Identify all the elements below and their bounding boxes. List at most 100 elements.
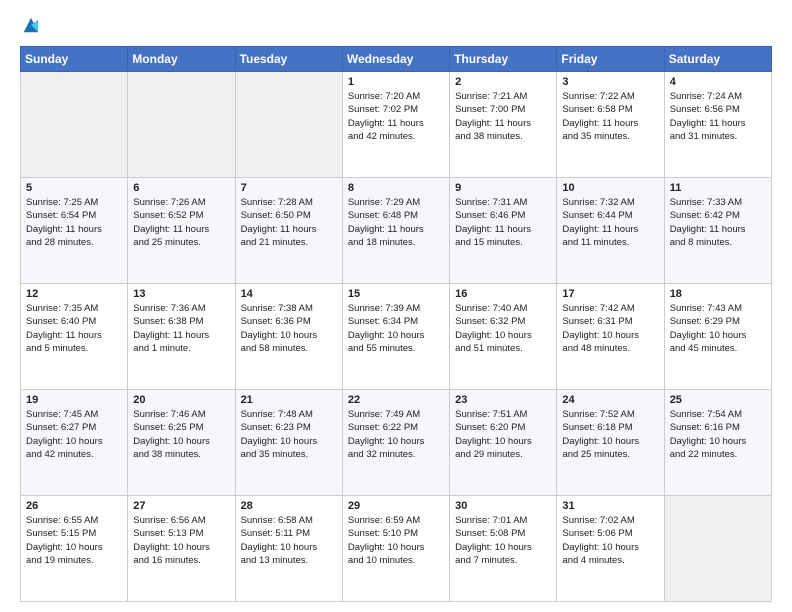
day-number: 11 [670,182,766,194]
day-info: Sunrise: 7:02 AM Sunset: 5:06 PM Dayligh… [562,514,658,567]
week-row-4: 19Sunrise: 7:45 AM Sunset: 6:27 PM Dayli… [21,390,772,496]
logo [20,16,40,36]
day-number: 18 [670,288,766,300]
dow-header-wednesday: Wednesday [342,47,449,72]
day-number: 14 [241,288,337,300]
day-info: Sunrise: 6:59 AM Sunset: 5:10 PM Dayligh… [348,514,444,567]
day-cell: 4Sunrise: 7:24 AM Sunset: 6:56 PM Daylig… [664,72,771,178]
day-cell: 16 Sunrise: 7:40 AM Sunset: 6:32 PM Dayli… [450,284,557,390]
day-info: Sunrise: 7:01 AM Sunset: 5:08 PM Dayligh… [455,514,551,567]
day-info: Sunrise: 7:33 AM Sunset: 6:42 PM Dayligh… [670,196,766,249]
day-info: Sunrise: 7:42 AM Sunset: 6:31 PM Dayligh… [562,302,658,355]
day-info: Sunrise: 7:26 AM Sunset: 6:52 PM Dayligh… [133,196,229,249]
day-cell: 30 Sunrise: 7:01 AM Sunset: 5:08 PM Dayli… [450,496,557,602]
day-cell [21,72,128,178]
logo-icon [22,16,40,34]
dow-header-saturday: Saturday [664,47,771,72]
day-cell: 15 Sunrise: 7:39 AM Sunset: 6:34 PM Dayli… [342,284,449,390]
day-number: 29 [348,500,444,512]
week-row-1: 1 Sunrise: 7:20 AM Sunset: 7:02 PM Daylig… [21,72,772,178]
day-cell: 28 Sunrise: 6:58 AM Sunset: 5:11 PM Dayli… [235,496,342,602]
day-cell: 19Sunrise: 7:45 AM Sunset: 6:27 PM Dayli… [21,390,128,496]
day-cell: 2 Sunrise: 7:21 AM Sunset: 7:00 PM Daylig… [450,72,557,178]
day-number: 25 [670,394,766,406]
day-info: Sunrise: 7:22 AM Sunset: 6:58 PM Dayligh… [562,90,658,143]
day-info: Sunrise: 7:49 AM Sunset: 6:22 PM Dayligh… [348,408,444,461]
day-info: Sunrise: 7:28 AM Sunset: 6:50 PM Dayligh… [241,196,337,249]
day-info: Sunrise: 7:43 AM Sunset: 6:29 PM Dayligh… [670,302,766,355]
day-cell: 22 Sunrise: 7:49 AM Sunset: 6:22 PM Dayli… [342,390,449,496]
day-cell: 24 Sunrise: 7:52 AM Sunset: 6:18 PM Dayli… [557,390,664,496]
day-number: 23 [455,394,551,406]
day-number: 31 [562,500,658,512]
day-info: Sunrise: 7:38 AM Sunset: 6:36 PM Dayligh… [241,302,337,355]
day-info: Sunrise: 7:46 AM Sunset: 6:25 PM Dayligh… [133,408,229,461]
day-number: 13 [133,288,229,300]
day-number: 8 [348,182,444,194]
day-info: Sunrise: 6:55 AM Sunset: 5:15 PM Dayligh… [26,514,122,567]
day-number: 19 [26,394,122,406]
day-cell: 3Sunrise: 7:22 AM Sunset: 6:58 PM Daylig… [557,72,664,178]
day-number: 15 [348,288,444,300]
day-number: 20 [133,394,229,406]
day-number: 21 [241,394,337,406]
day-cell: 31 Sunrise: 7:02 AM Sunset: 5:06 PM Dayli… [557,496,664,602]
day-info: Sunrise: 7:39 AM Sunset: 6:34 PM Dayligh… [348,302,444,355]
day-info: Sunrise: 7:31 AM Sunset: 6:46 PM Dayligh… [455,196,551,249]
day-cell [235,72,342,178]
day-number: 1 [348,76,444,88]
day-info: Sunrise: 7:20 AM Sunset: 7:02 PM Dayligh… [348,90,444,143]
day-number: 5 [26,182,122,194]
day-number: 16 [455,288,551,300]
day-cell: 21Sunrise: 7:48 AM Sunset: 6:23 PM Dayli… [235,390,342,496]
day-cell: 26 Sunrise: 6:55 AM Sunset: 5:15 PM Dayli… [21,496,128,602]
day-number: 26 [26,500,122,512]
day-cell: 1 Sunrise: 7:20 AM Sunset: 7:02 PM Daylig… [342,72,449,178]
dow-header-friday: Friday [557,47,664,72]
day-number: 10 [562,182,658,194]
day-cell: 10 Sunrise: 7:32 AM Sunset: 6:44 PM Dayli… [557,178,664,284]
day-number: 12 [26,288,122,300]
day-number: 22 [348,394,444,406]
day-number: 6 [133,182,229,194]
day-info: Sunrise: 7:32 AM Sunset: 6:44 PM Dayligh… [562,196,658,249]
day-info: Sunrise: 6:58 AM Sunset: 5:11 PM Dayligh… [241,514,337,567]
day-cell: 27 Sunrise: 6:56 AM Sunset: 5:13 PM Dayli… [128,496,235,602]
day-info: Sunrise: 7:52 AM Sunset: 6:18 PM Dayligh… [562,408,658,461]
day-cell: 20 Sunrise: 7:46 AM Sunset: 6:25 PM Dayli… [128,390,235,496]
header [20,16,772,36]
day-number: 9 [455,182,551,194]
day-cell: 23 Sunrise: 7:51 AM Sunset: 6:20 PM Dayli… [450,390,557,496]
day-info: Sunrise: 7:24 AM Sunset: 6:56 PM Dayligh… [670,90,766,143]
dow-header-monday: Monday [128,47,235,72]
day-number: 24 [562,394,658,406]
day-info: Sunrise: 7:40 AM Sunset: 6:32 PM Dayligh… [455,302,551,355]
day-cell: 5 Sunrise: 7:25 AM Sunset: 6:54 PM Daylig… [21,178,128,284]
day-number: 28 [241,500,337,512]
day-cell: 29 Sunrise: 6:59 AM Sunset: 5:10 PM Dayli… [342,496,449,602]
day-number: 30 [455,500,551,512]
day-info: Sunrise: 7:21 AM Sunset: 7:00 PM Dayligh… [455,90,551,143]
day-cell [128,72,235,178]
day-number: 17 [562,288,658,300]
day-info: Sunrise: 7:51 AM Sunset: 6:20 PM Dayligh… [455,408,551,461]
day-info: Sunrise: 7:54 AM Sunset: 6:16 PM Dayligh… [670,408,766,461]
day-cell: 25 Sunrise: 7:54 AM Sunset: 6:16 PM Dayli… [664,390,771,496]
day-number: 27 [133,500,229,512]
page: SundayMondayTuesdayWednesdayThursdayFrid… [0,0,792,612]
day-cell: 11 Sunrise: 7:33 AM Sunset: 6:42 PM Dayli… [664,178,771,284]
day-number: 7 [241,182,337,194]
dow-header-thursday: Thursday [450,47,557,72]
day-info: Sunrise: 7:35 AM Sunset: 6:40 PM Dayligh… [26,302,122,355]
day-cell: 9 Sunrise: 7:31 AM Sunset: 6:46 PM Daylig… [450,178,557,284]
day-info: Sunrise: 7:36 AM Sunset: 6:38 PM Dayligh… [133,302,229,355]
dow-header-tuesday: Tuesday [235,47,342,72]
week-row-2: 5 Sunrise: 7:25 AM Sunset: 6:54 PM Daylig… [21,178,772,284]
day-cell: 14 Sunrise: 7:38 AM Sunset: 6:36 PM Dayli… [235,284,342,390]
day-cell [664,496,771,602]
day-number: 2 [455,76,551,88]
day-info: Sunrise: 6:56 AM Sunset: 5:13 PM Dayligh… [133,514,229,567]
day-cell: 7 Sunrise: 7:28 AM Sunset: 6:50 PM Daylig… [235,178,342,284]
day-info: Sunrise: 7:25 AM Sunset: 6:54 PM Dayligh… [26,196,122,249]
dow-header-sunday: Sunday [21,47,128,72]
